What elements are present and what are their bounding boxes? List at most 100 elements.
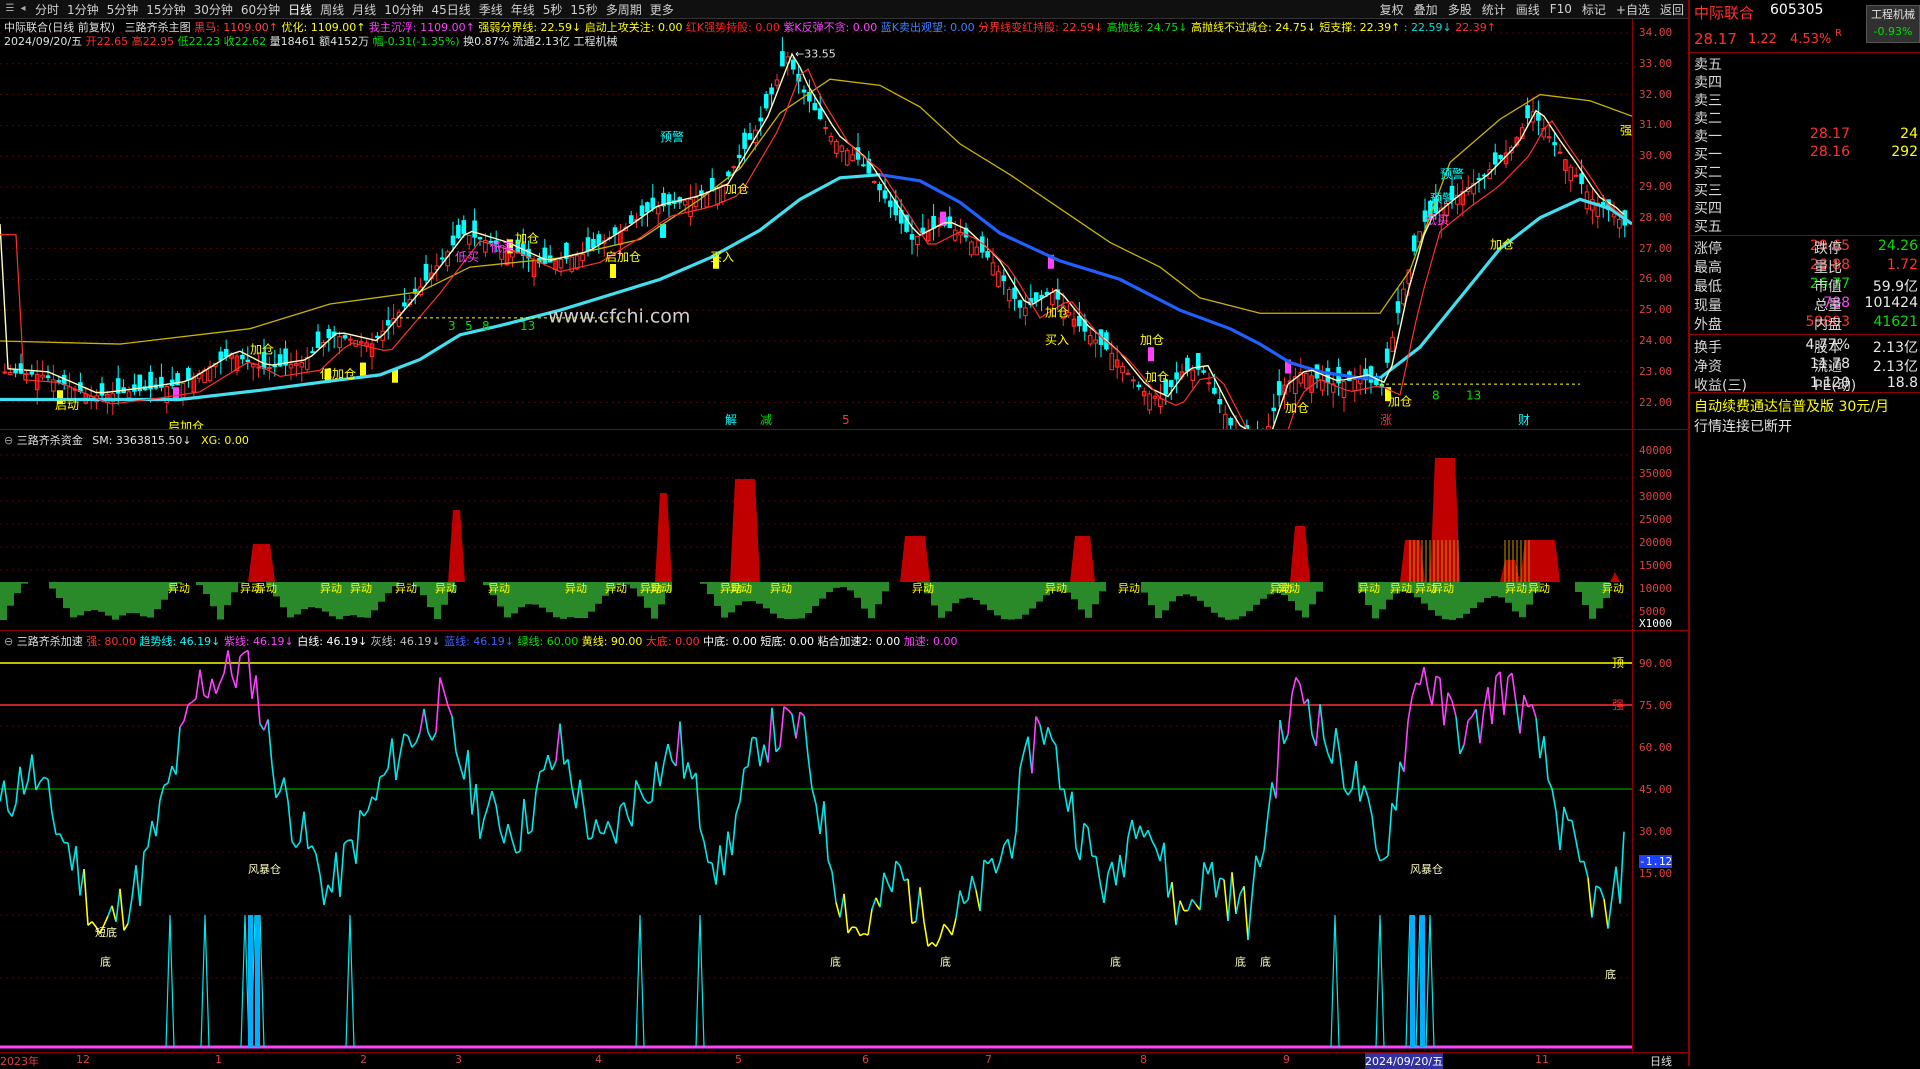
fund-cutout xyxy=(952,603,959,630)
high-label: ←33.55 xyxy=(795,48,836,61)
tool-button[interactable]: 叠加 xyxy=(1414,1,1438,18)
candle-body xyxy=(1213,388,1217,393)
trend-line-segment xyxy=(500,830,504,843)
period-tab[interactable]: 分时 xyxy=(35,1,59,18)
period-tab[interactable]: 60分钟 xyxy=(241,1,280,18)
candle-body xyxy=(1002,276,1006,281)
candle-body xyxy=(457,225,461,237)
fund-cutout xyxy=(714,606,721,630)
trend-line-segment xyxy=(396,755,400,780)
candle-body xyxy=(1013,288,1017,298)
period-tab[interactable]: 30分钟 xyxy=(194,1,233,18)
fund-cutout xyxy=(217,620,224,630)
tool-button[interactable]: 多股 xyxy=(1448,1,1472,18)
chart-area[interactable]: 中际联合(日线 前复权) 三路齐杀主图 黑马: 1109.00↑ 优化: 110… xyxy=(0,19,1688,1066)
candle-body xyxy=(224,349,228,356)
ma-long-cyan-2 xyxy=(1380,199,1632,378)
period-tab[interactable]: 季线 xyxy=(479,1,503,18)
fund-cutout xyxy=(1246,611,1253,630)
trend-line-segment xyxy=(1180,901,1184,911)
tool-button[interactable]: F10 xyxy=(1550,2,1572,16)
fund-cutout xyxy=(1337,572,1344,630)
period-tab[interactable]: 5分钟 xyxy=(107,1,139,18)
period-tab[interactable]: 月线 xyxy=(352,1,376,18)
bottom-spike xyxy=(166,915,174,1047)
tool-button[interactable]: 统计 xyxy=(1482,1,1506,18)
storm-bar xyxy=(248,915,253,1047)
fund-y-axis: 400003500030000250002000015000100005000X… xyxy=(1632,430,1689,630)
trend-line-segment xyxy=(20,767,24,795)
trend-line-segment xyxy=(148,821,152,847)
ad-banner[interactable]: 自动续费通达信普及版 30元/月 xyxy=(1690,396,1920,415)
period-tab[interactable]: 5秒 xyxy=(543,1,563,18)
candle-body xyxy=(640,206,644,216)
trend-line-segment xyxy=(0,781,4,802)
tool-button[interactable]: 返回 xyxy=(1660,1,1684,18)
prev-icon[interactable]: ◂ xyxy=(17,3,29,15)
price-panel[interactable]: 中际联合(日线 前复权) 三路齐杀主图 黑马: 1109.00↑ 优化: 110… xyxy=(0,19,1632,429)
accel-chart[interactable]: 顶强短底底风暴仓底底底底底风暴仓底 xyxy=(0,631,1632,1052)
period-tab[interactable]: 10分钟 xyxy=(384,1,423,18)
period-tab[interactable]: 1分钟 xyxy=(67,1,99,18)
accel-panel[interactable]: ⊖ 三路齐杀加速 强: 80.00 趋势线: 46.19↓ 紫线: 46.19↓… xyxy=(0,631,1632,1052)
period-tab[interactable]: 45日线 xyxy=(431,1,470,18)
trend-line-segment xyxy=(1316,704,1320,746)
fund-cutout xyxy=(1211,613,1218,630)
period-tab[interactable]: 年线 xyxy=(511,1,535,18)
period-label: 日线 xyxy=(1650,1053,1672,1069)
trend-line-segment xyxy=(532,792,536,831)
fund-cutout xyxy=(427,607,434,630)
fund-panel[interactable]: ⊖ 三路齐杀资金 SM: 3363815.50↓ XG: 0.00 异动异动异动… xyxy=(0,430,1632,630)
fib-label: 3 xyxy=(448,319,456,333)
trend-line-segment xyxy=(1268,782,1272,814)
ma-short-white xyxy=(0,54,1624,429)
period-tab[interactable]: 多周期 xyxy=(606,1,642,18)
order-price: 28.16 xyxy=(1750,144,1850,160)
unit-label: X1000 xyxy=(1639,617,1672,630)
quote-r-mark: R xyxy=(1835,28,1842,39)
bottom-spike xyxy=(1426,915,1434,1047)
order-level: 买一 xyxy=(1694,144,1722,164)
trend-line-segment xyxy=(252,675,256,698)
candle-body xyxy=(424,264,428,280)
fund-cutout xyxy=(938,618,945,630)
trend-line-segment xyxy=(1404,721,1408,771)
period-tab[interactable]: 更多 xyxy=(650,1,674,18)
tool-button[interactable]: 标记 xyxy=(1582,1,1606,18)
period-tab[interactable]: 15分钟 xyxy=(146,1,185,18)
stat-label: 涨停 xyxy=(1694,238,1722,258)
fund-cutout xyxy=(1078,610,1085,630)
candle-body xyxy=(829,136,833,141)
price-chart[interactable]: 35813813←33.55←20.39启动启加仓低加仓加仓低买低买启加仓加仓加… xyxy=(0,19,1632,429)
fund-cutout xyxy=(1169,601,1176,630)
tool-button[interactable]: 复权 xyxy=(1380,1,1404,18)
trend-line-segment xyxy=(368,797,372,811)
trend-line-segment xyxy=(1008,839,1012,858)
trend-line-segment xyxy=(1540,736,1544,758)
stat-row: 最高28.88量比1.72 xyxy=(1690,257,1920,276)
fund-cutout xyxy=(1155,618,1162,630)
menu-icon[interactable]: ☰ xyxy=(4,3,16,15)
period-tab[interactable]: 周线 xyxy=(320,1,344,18)
candle-body xyxy=(883,191,887,198)
candle-body xyxy=(1153,396,1157,398)
candle-body xyxy=(14,370,18,373)
trend-line-segment xyxy=(1356,761,1360,801)
trend-line-segment xyxy=(572,788,576,808)
tool-button[interactable]: +自选 xyxy=(1616,1,1650,18)
trend-line-segment xyxy=(1136,826,1140,839)
order-volume: 292 xyxy=(1891,144,1918,160)
tool-button[interactable]: 画线 xyxy=(1516,1,1540,18)
fund-cutout xyxy=(1022,615,1029,630)
bottom-spike xyxy=(696,915,704,1047)
order-book-row: 买四 xyxy=(1690,198,1920,217)
period-tab[interactable]: 15秒 xyxy=(570,1,597,18)
fund-cutout xyxy=(840,587,847,630)
fund-cutout xyxy=(588,612,595,630)
fund-chart[interactable]: 异动异动异动异动异动异动异动异动异动异动异动异动异动异动异动异动异动异动异动异动… xyxy=(0,430,1632,630)
trend-line-segment xyxy=(1024,737,1028,752)
trend-line-segment xyxy=(556,724,560,762)
fund-cutout xyxy=(707,594,714,630)
period-tab[interactable]: 日线 xyxy=(288,1,312,18)
bottom-spike xyxy=(636,915,644,1047)
